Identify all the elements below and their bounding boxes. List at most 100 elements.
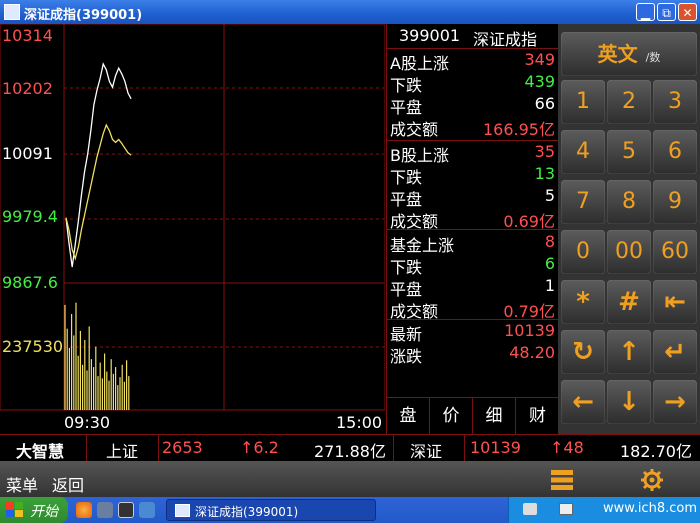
y-tick-label: 9979.4 — [2, 207, 58, 226]
windows-logo-icon — [6, 502, 23, 517]
stat-value: 5 — [544, 186, 555, 205]
arrow-down-icon[interactable]: ↓ — [607, 380, 651, 424]
brand-label: 大智慧 — [16, 442, 65, 461]
stat-value: 8 — [544, 232, 555, 251]
terminal-icon[interactable] — [118, 502, 134, 518]
tab-price[interactable]: 价 — [430, 398, 473, 435]
minimize-button[interactable]: ▁ — [636, 3, 655, 21]
stat-value: 6 — [544, 254, 555, 273]
arrow-up-icon[interactable]: ↑ — [607, 330, 651, 374]
key-0[interactable]: 0 — [561, 230, 605, 274]
sz-index-amount: 182.70亿 — [620, 442, 692, 461]
gear-icon[interactable] — [640, 468, 664, 492]
divider — [158, 435, 159, 461]
stat-row: 平盘 1 — [387, 275, 557, 299]
maximize-button[interactable]: ⧉ — [657, 3, 676, 21]
tab-finance[interactable]: 财 — [516, 398, 559, 435]
keyboard-icon[interactable] — [523, 503, 537, 515]
stat-value: 13 — [534, 164, 555, 183]
keypad: 英文/数 1 2 3 4 5 6 7 8 9 0 00 60 * # ⇤ ↻ ↑ ↵ ← ↓ → — [558, 24, 700, 434]
stat-value: 66 — [534, 94, 555, 113]
sh-index-name[interactable]: 上证 — [106, 438, 138, 462]
window-icon — [175, 504, 190, 517]
stat-row: 下跌 6 — [387, 253, 557, 277]
refresh-icon[interactable]: ↻ — [561, 330, 605, 374]
stat-value: 439 — [524, 72, 555, 91]
backspace-icon[interactable]: ⇤ — [653, 280, 697, 324]
start-label: 开始 — [30, 504, 58, 520]
language-toggle-button[interactable]: 英文/数 — [561, 32, 697, 76]
sh-index-change: ↑6.2 — [240, 438, 279, 457]
divider — [387, 319, 559, 320]
taskbar: 开始 深证成指(399001) www.ich8.com — [0, 497, 700, 523]
stat-value: 10139 — [504, 321, 555, 340]
taskbar-window-button[interactable]: 深证成指(399001) — [166, 499, 376, 521]
sh-index-amount: 271.88亿 — [314, 442, 386, 461]
key-2[interactable]: 2 — [607, 80, 651, 124]
hash-key[interactable]: # — [607, 280, 651, 324]
stat-row: 涨跌 48.20 — [387, 342, 557, 366]
price-line — [65, 62, 132, 268]
sh-index-value: 2653 — [162, 438, 203, 457]
stat-row: 下跌 439 — [387, 71, 557, 95]
stat-value: 35 — [534, 142, 555, 161]
index-quote-bar: 大智慧 上证 2653 ↑6.2 271.88亿 深证 10139 ↑48 18… — [0, 434, 700, 462]
back-button[interactable]: 返回 — [52, 472, 84, 496]
stat-row: 平盘 66 — [387, 93, 557, 117]
index-header: 399001 深证成指 — [387, 24, 559, 49]
divider — [464, 435, 465, 461]
key-7[interactable]: 7 — [561, 180, 605, 224]
lang-sub-label: /数 — [645, 51, 661, 64]
stat-value: 48.20 — [509, 343, 555, 362]
tab-bar: 盘 价 细 财 — [387, 397, 559, 435]
sz-index-change: ↑48 — [550, 438, 584, 457]
browser-icon[interactable] — [76, 502, 92, 518]
taskbar-window-title: 深证成指(399001) — [195, 505, 299, 519]
stat-row: 最新 10139 — [387, 320, 557, 344]
main-panel: 10314 10202 10091 9979.4 9867.6 237530 0… — [0, 24, 700, 435]
bottom-menu-bar: 菜单 返回 — [0, 461, 700, 497]
key-8[interactable]: 8 — [607, 180, 651, 224]
key-1[interactable]: 1 — [561, 80, 605, 124]
window-title: 深证成指(399001) — [24, 8, 143, 23]
stat-value: 349 — [524, 50, 555, 69]
enter-icon[interactable]: ↵ — [653, 330, 697, 374]
stat-row: 成交额 0.79亿 — [387, 297, 557, 321]
sz-index-name[interactable]: 深证 — [410, 438, 442, 462]
key-60[interactable]: 60 — [653, 230, 697, 274]
arrow-left-icon[interactable]: ← — [561, 380, 605, 424]
key-3[interactable]: 3 — [653, 80, 697, 124]
y-tick-label: 9867.6 — [2, 273, 58, 292]
key-6[interactable]: 6 — [653, 130, 697, 174]
stat-row: A股上涨 349 — [387, 49, 557, 73]
key-4[interactable]: 4 — [561, 130, 605, 174]
y-tick-label: 237530 — [2, 337, 64, 356]
intraday-chart[interactable]: 10314 10202 10091 9979.4 9867.6 237530 0… — [0, 24, 385, 434]
stat-row: 成交额 166.95亿 — [387, 115, 557, 139]
tab-detail[interactable]: 细 — [473, 398, 516, 435]
key-00[interactable]: 00 — [607, 230, 651, 274]
stat-row: 下跌 13 — [387, 163, 557, 187]
key-5[interactable]: 5 — [607, 130, 651, 174]
stat-row: 基金上涨 8 — [387, 231, 557, 255]
divider — [86, 435, 87, 461]
start-button[interactable]: 开始 — [0, 497, 68, 523]
chart-svg — [0, 24, 385, 411]
file-manager-icon[interactable] — [97, 502, 113, 518]
network-icon[interactable] — [559, 503, 573, 515]
star-key[interactable]: * — [561, 280, 605, 324]
stat-value: 1 — [544, 276, 555, 295]
tab-pan[interactable]: 盘 — [387, 398, 430, 435]
watermark-url: www.ich8.com — [602, 501, 697, 516]
x-start-label: 09:30 — [64, 413, 111, 432]
layout-list-icon[interactable] — [550, 469, 574, 491]
key-9[interactable]: 9 — [653, 180, 697, 224]
stat-row: B股上涨 35 — [387, 141, 557, 165]
stat-value: 166.95亿 — [483, 120, 555, 139]
x-end-label: 15:00 — [336, 413, 383, 432]
menu-button[interactable]: 菜单 — [6, 472, 38, 496]
settings-app-icon[interactable] — [139, 502, 155, 518]
system-tray: www.ich8.com — [508, 497, 700, 523]
close-button[interactable]: ✕ — [678, 3, 697, 21]
arrow-right-icon[interactable]: → — [653, 380, 697, 424]
